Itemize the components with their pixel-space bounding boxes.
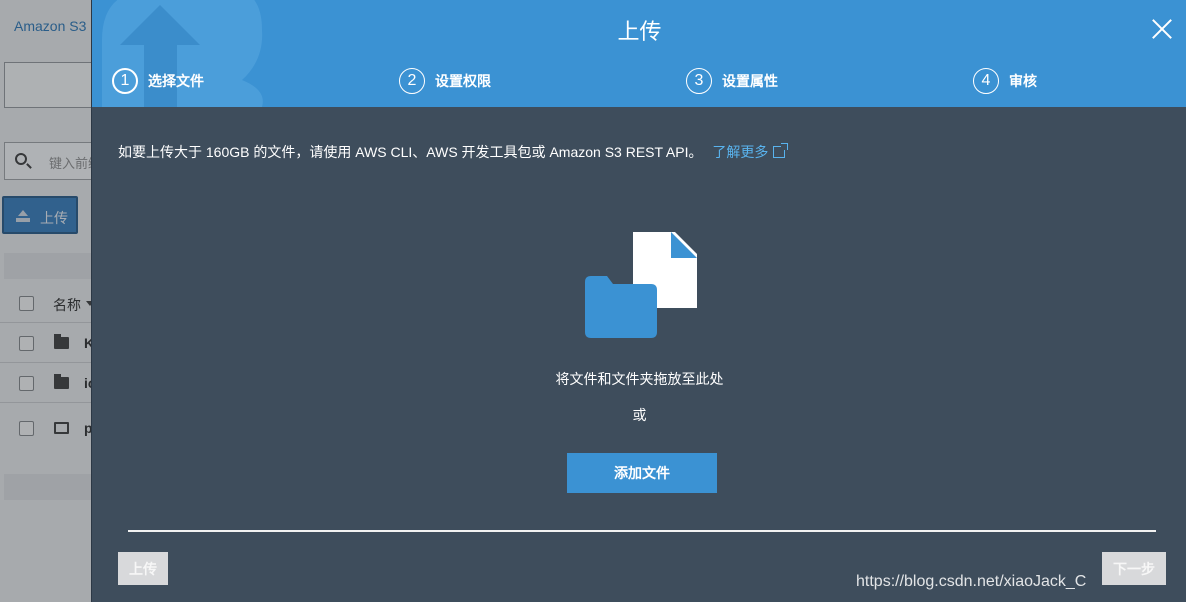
close-icon[interactable] [1151,18,1173,40]
drop-zone-text: 将文件和文件夹拖放至此处 [555,371,724,387]
learn-more-link[interactable]: 了解更多 [712,143,789,160]
step-select-files[interactable]: 1 选择文件 [112,68,204,94]
footer-divider [128,530,1156,532]
upload-modal: 上传 1 选择文件 2 设置权限 3 设置属性 4 审核 如要上传大于 160G… [91,0,1186,602]
step-number: 1 [112,68,138,94]
footer-upload-button[interactable]: 上传 [118,552,168,585]
notice-text: 如要上传大于 160GB 的文件，请使用 AWS CLI、AWS 开发工具包或 … [118,144,703,160]
add-files-button[interactable]: 添加文件 [567,453,717,493]
step-label: 设置属性 [722,73,778,89]
step-number: 2 [399,68,425,94]
step-number: 3 [686,68,712,94]
step-label: 选择文件 [148,73,204,89]
large-file-notice: 如要上传大于 160GB 的文件，请使用 AWS CLI、AWS 开发工具包或 … [118,142,789,162]
or-text: 或 [632,407,647,423]
step-label: 审核 [1009,73,1037,89]
step-set-properties[interactable]: 3 设置属性 [686,68,778,94]
watermark-text: https://blog.csdn.net/xiaoJack_C [856,573,1087,590]
next-step-button[interactable]: 下一步 [1102,552,1166,585]
file-folder-illustration [585,232,697,338]
step-label: 设置权限 [435,73,491,89]
modal-header: 上传 1 选择文件 2 设置权限 3 设置属性 4 审核 [92,0,1186,107]
learn-more-label: 了解更多 [712,144,769,160]
step-review[interactable]: 4 审核 [973,68,1037,94]
modal-title: 上传 [617,19,662,44]
external-link-icon [773,143,789,158]
step-set-permissions[interactable]: 2 设置权限 [399,68,491,94]
step-number: 4 [973,68,999,94]
folder-icon [585,276,657,338]
